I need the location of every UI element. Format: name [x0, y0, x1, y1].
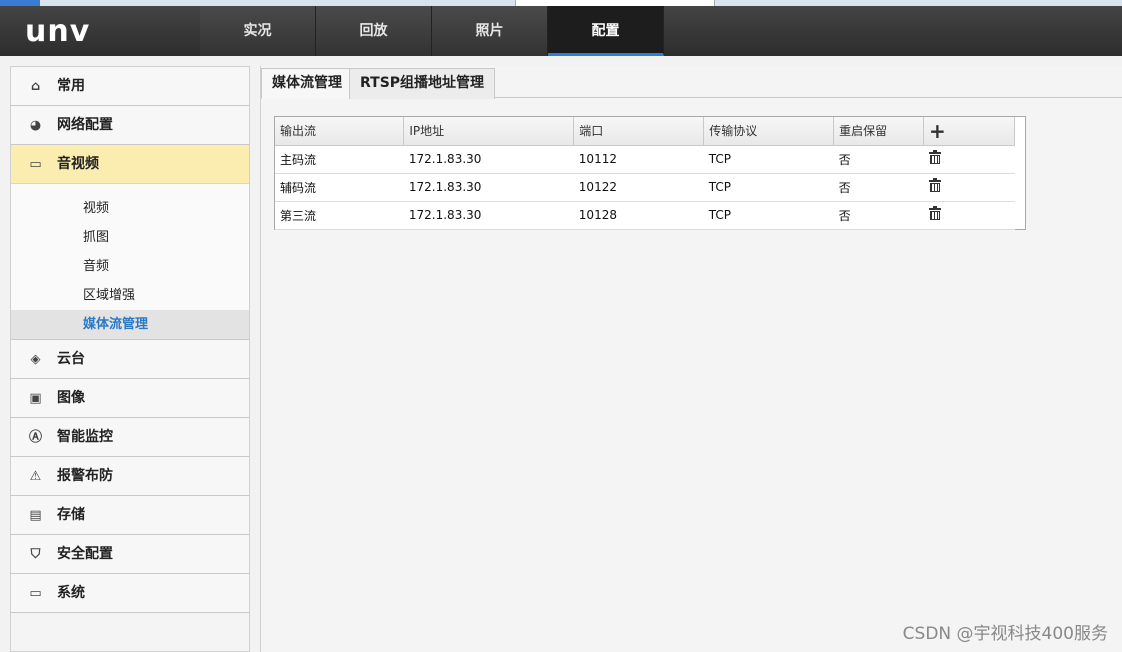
- sidebar-item-smart[interactable]: Ⓐ 智能监控: [11, 418, 249, 457]
- sidebar-item-alarm[interactable]: ⚠ 报警布防: [11, 457, 249, 496]
- sidebar-item-label: 云台: [57, 351, 85, 367]
- sidebar-item-common[interactable]: ⌂ 常用: [11, 67, 249, 106]
- cell-stream: 辅码流: [275, 173, 404, 202]
- sidebar-item-image[interactable]: ▣ 图像: [11, 379, 249, 418]
- sidebar-item-label: 系统: [57, 585, 85, 601]
- video-icon: ▭: [29, 157, 42, 172]
- cell-actions: [923, 145, 1015, 174]
- sidebar-item-label: 常用: [57, 78, 85, 94]
- delete-icon[interactable]: [928, 150, 941, 164]
- system-icon: ▭: [29, 586, 42, 601]
- cell-port: 10128: [573, 201, 704, 230]
- cell-actions: [923, 201, 1015, 230]
- unv-logo: unv: [25, 14, 91, 49]
- cell-ip: 172.1.83.30: [403, 173, 574, 202]
- sidebar-item-label: 存储: [57, 507, 85, 523]
- cell-port: 10112: [573, 145, 704, 174]
- table-row[interactable]: 主码流 172.1.83.30 10112 TCP 否: [275, 145, 1015, 174]
- cell-ip: 172.1.83.30: [403, 201, 574, 230]
- smart-icon: Ⓐ: [28, 430, 42, 445]
- cell-protocol: TCP: [703, 201, 834, 230]
- cell-restart-keep: 否: [833, 145, 924, 174]
- warning-icon: ⚠: [29, 469, 42, 484]
- tab-bar: 媒体流管理 RTSP组播地址管理: [261, 66, 1122, 99]
- column-header-port: 端口: [573, 117, 705, 146]
- cell-port: 10122: [573, 173, 704, 202]
- add-column-header: +: [923, 117, 1015, 146]
- submenu-item-region-enhance[interactable]: 区域增强: [11, 281, 249, 310]
- nav-config[interactable]: 配置: [548, 6, 664, 56]
- stream-table: 输出流 IP地址 端口 传输协议 重启保留 + 主码流 172.1.83.30 …: [275, 117, 1015, 230]
- cell-protocol: TCP: [703, 145, 834, 174]
- column-header-protocol: 传输协议: [703, 117, 835, 146]
- sidebar-item-ptz[interactable]: ◈ 云台: [11, 340, 249, 379]
- audio-video-submenu: 视频 抓图 音频 区域增强 媒体流管理: [11, 184, 249, 340]
- shield-icon: ⛉: [30, 547, 41, 562]
- column-header-ip: IP地址: [403, 117, 575, 146]
- sidebar-item-audio-video[interactable]: ▭ 音视频: [11, 145, 249, 184]
- table-row[interactable]: 辅码流 172.1.83.30 10122 TCP 否: [275, 173, 1015, 202]
- sidebar-item-security[interactable]: ⛉ 安全配置: [11, 535, 249, 574]
- network-globe-icon: ◕: [29, 118, 42, 133]
- column-header-stream: 输出流: [275, 117, 405, 146]
- nav-photo[interactable]: 照片: [432, 6, 548, 56]
- nav-playback[interactable]: 回放: [316, 6, 432, 56]
- cell-actions: [923, 173, 1015, 202]
- add-icon[interactable]: +: [929, 119, 946, 143]
- sidebar: ⌂ 常用 ◕ 网络配置 ▭ 音视频 视频 抓图 音频 区域增强 媒体流管理 ◈ …: [10, 66, 250, 652]
- submenu-item-video[interactable]: 视频: [11, 194, 249, 223]
- sidebar-item-label: 音视频: [57, 156, 99, 172]
- submenu-item-snapshot[interactable]: 抓图: [11, 223, 249, 252]
- sidebar-item-storage[interactable]: ▤ 存储: [11, 496, 249, 535]
- delete-icon[interactable]: [928, 178, 941, 192]
- sidebar-item-network[interactable]: ◕ 网络配置: [11, 106, 249, 145]
- cell-protocol: TCP: [703, 173, 834, 202]
- cell-restart-keep: 否: [833, 201, 924, 230]
- ptz-icon: ◈: [30, 352, 41, 367]
- column-header-restart-keep: 重启保留: [833, 117, 925, 146]
- sidebar-item-label: 网络配置: [57, 117, 113, 133]
- tab-rtsp-multicast[interactable]: RTSP组播地址管理: [349, 68, 496, 99]
- table-header-row: 输出流 IP地址 端口 传输协议 重启保留 +: [275, 117, 1015, 146]
- cell-ip: 172.1.83.30: [403, 145, 574, 174]
- tab-media-stream[interactable]: 媒体流管理: [261, 68, 353, 99]
- top-header: unv 实况 回放 照片 配置: [0, 6, 1122, 56]
- delete-icon[interactable]: [928, 206, 941, 220]
- cell-restart-keep: 否: [833, 173, 924, 202]
- sidebar-item-label: 安全配置: [57, 546, 113, 562]
- submenu-item-audio[interactable]: 音频: [11, 252, 249, 281]
- storage-icon: ▤: [29, 508, 42, 523]
- main-content: 媒体流管理 RTSP组播地址管理 输出流 IP地址 端口 传输协议 重启保留 +…: [260, 66, 1122, 652]
- table-row[interactable]: 第三流 172.1.83.30 10128 TCP 否: [275, 201, 1015, 230]
- sidebar-item-system[interactable]: ▭ 系统: [11, 574, 249, 613]
- stream-table-container: 输出流 IP地址 端口 传输协议 重启保留 + 主码流 172.1.83.30 …: [274, 116, 1026, 230]
- image-icon: ▣: [29, 391, 42, 406]
- csdn-watermark: CSDN @宇视科技400服务: [902, 624, 1108, 644]
- home-icon: ⌂: [30, 79, 41, 94]
- submenu-item-media-stream[interactable]: 媒体流管理: [11, 310, 249, 339]
- sidebar-item-label: 图像: [57, 390, 85, 406]
- nav-live[interactable]: 实况: [200, 6, 316, 56]
- sidebar-item-label: 报警布防: [57, 468, 113, 484]
- main-nav: 实况 回放 照片 配置: [200, 6, 664, 56]
- cell-stream: 主码流: [275, 145, 404, 174]
- sidebar-item-label: 智能监控: [57, 429, 113, 445]
- cell-stream: 第三流: [275, 201, 404, 230]
